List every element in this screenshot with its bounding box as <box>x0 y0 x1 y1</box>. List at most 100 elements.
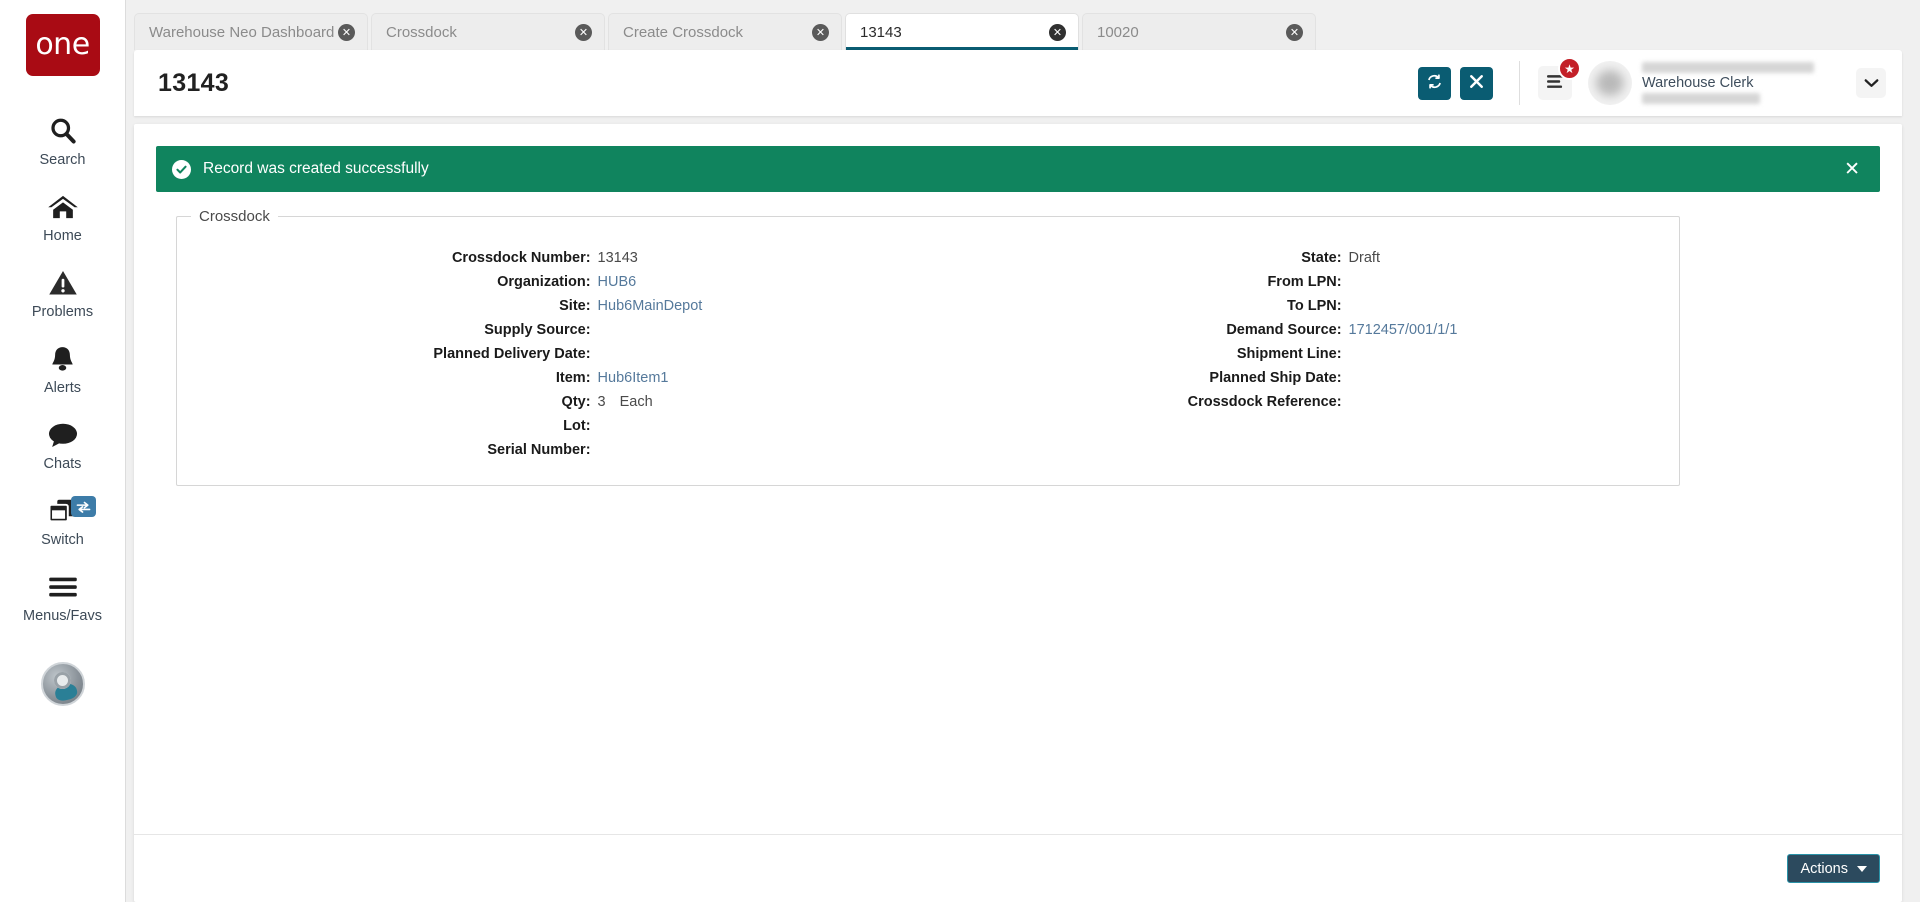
qty-uom: Each <box>619 394 653 410</box>
qty-value: 3 <box>597 394 606 410</box>
sidebar-item-label: Home <box>43 228 82 244</box>
field-label: Qty: <box>561 394 591 410</box>
field-value-link[interactable]: Hub6MainDepot <box>598 298 703 314</box>
field-label: Item: <box>555 370 591 386</box>
field-value-link[interactable]: HUB6 <box>598 274 637 290</box>
sidebar-item-label: Problems <box>31 304 94 320</box>
field-site: Site: Hub6MainDepot <box>177 295 928 319</box>
field-state: State: Draft <box>928 247 1679 271</box>
right-column: State: Draft From LPN: To LPN: Demand So… <box>928 247 1679 463</box>
tab-warehouse-neo-dashboard[interactable]: Warehouse Neo Dashboard ✕ <box>134 13 368 50</box>
tab-label: 13143 <box>860 23 902 41</box>
sidebar-item-label: Menus/Favs <box>23 608 102 624</box>
tab-close-icon[interactable]: ✕ <box>812 23 829 41</box>
close-record-button[interactable] <box>1460 66 1493 100</box>
sidebar-item-label: Switch <box>41 532 84 548</box>
refresh-button[interactable] <box>1418 66 1451 100</box>
one-network-logo[interactable]: one <box>25 14 100 76</box>
field-label: Lot: <box>563 418 591 434</box>
field-value-link[interactable]: 1712457/001/1/1 <box>1349 322 1458 338</box>
logo-text: one <box>35 27 90 62</box>
field-value: 3 Each <box>598 394 653 410</box>
sidebar-item-switch[interactable]: Switch <box>0 482 125 558</box>
field-item: Item: Hub6Item1 <box>177 367 928 391</box>
field-label: State: <box>1301 250 1342 266</box>
tab-close-icon[interactable]: ✕ <box>338 23 355 41</box>
header-menu-button[interactable]: ★ <box>1538 57 1581 100</box>
sidebar-item-label: Chats <box>43 456 82 472</box>
left-sidebar: one Search Home Problems Alerts Chats Sw… <box>0 0 126 902</box>
field-label: Crossdock Number: <box>451 250 591 266</box>
field-planned-ship-date: Planned Ship Date: <box>928 367 1679 391</box>
user-info: Warehouse Clerk <box>1642 62 1842 104</box>
warning-triangle-icon <box>48 266 78 300</box>
sidebar-item-chats[interactable]: Chats <box>0 406 125 482</box>
field-demand-source: Demand Source: 1712457/001/1/1 <box>928 319 1679 343</box>
search-icon <box>48 114 78 148</box>
field-organization: Organization: HUB6 <box>177 271 928 295</box>
field-label: Shipment Line: <box>1236 346 1342 362</box>
field-lot: Lot: <box>177 415 928 439</box>
field-label: Site: <box>559 298 591 314</box>
chevron-down-icon <box>1857 865 1867 872</box>
star-icon: ★ <box>1558 57 1581 80</box>
field-label: Serial Number: <box>487 442 591 458</box>
field-label: Planned Delivery Date: <box>433 346 591 362</box>
sidebar-item-label: Alerts <box>43 380 82 396</box>
chat-bubble-icon <box>47 418 79 452</box>
sidebar-user-avatar[interactable] <box>40 662 85 706</box>
field-to-lpn: To LPN: <box>928 295 1679 319</box>
actions-button[interactable]: Actions <box>1787 854 1880 883</box>
field-value: Draft <box>1348 250 1380 266</box>
header-divider <box>1519 61 1520 105</box>
field-label: Crossdock Reference: <box>1187 394 1342 410</box>
tab-label: Create Crossdock <box>623 23 744 41</box>
tab-close-icon[interactable]: ✕ <box>575 23 592 41</box>
chevron-down-icon <box>1864 76 1879 91</box>
bell-icon <box>48 342 77 376</box>
tab-10020[interactable]: 10020 ✕ <box>1082 13 1316 50</box>
home-icon <box>47 190 79 224</box>
left-column: Crossdock Number: 13143 Organization: HU… <box>177 247 928 463</box>
tab-create-crossdock[interactable]: Create Crossdock ✕ <box>608 13 842 50</box>
tab-close-icon[interactable]: ✕ <box>1049 23 1066 41</box>
switch-toggle-badge[interactable] <box>71 496 96 517</box>
sidebar-item-alerts[interactable]: Alerts <box>0 330 125 406</box>
field-label: Planned Ship Date: <box>1209 370 1342 386</box>
success-banner: Record was created successfully ✕ <box>156 146 1880 192</box>
tab-close-icon[interactable]: ✕ <box>1286 23 1303 41</box>
tab-crossdock[interactable]: Crossdock ✕ <box>371 13 605 50</box>
page-header: 13143 ★ Warehouse Clerk <box>134 50 1902 116</box>
banner-close-icon[interactable]: ✕ <box>1844 159 1860 179</box>
close-icon <box>1469 74 1484 92</box>
field-label: From LPN: <box>1267 274 1342 290</box>
user-org-redacted <box>1642 93 1760 104</box>
avatar[interactable] <box>1588 61 1632 105</box>
user-menu-button[interactable] <box>1856 68 1886 98</box>
app-root: one Search Home Problems Alerts Chats Sw… <box>0 0 1920 902</box>
field-columns: Crossdock Number: 13143 Organization: HU… <box>177 241 1679 463</box>
field-value: 13143 <box>597 250 638 266</box>
sidebar-item-home[interactable]: Home <box>0 178 125 254</box>
content-card: Record was created successfully ✕ Crossd… <box>134 124 1902 902</box>
sidebar-item-menus-favs[interactable]: Menus/Favs <box>0 558 125 634</box>
sidebar-item-search[interactable]: Search <box>0 102 125 178</box>
field-label: Demand Source: <box>1226 322 1342 338</box>
content-inner: Record was created successfully ✕ Crossd… <box>134 124 1902 834</box>
field-from-lpn: From LPN: <box>928 271 1679 295</box>
field-value-link[interactable]: Hub6Item1 <box>598 370 669 386</box>
field-qty: Qty: 3 Each <box>177 391 928 415</box>
page-title: 13143 <box>158 68 230 97</box>
field-serial-number: Serial Number: <box>177 439 928 463</box>
tab-label: 10020 <box>1097 23 1139 41</box>
sidebar-item-label: Search <box>39 152 86 168</box>
field-planned-delivery-date: Planned Delivery Date: <box>177 343 928 367</box>
field-crossdock-reference: Crossdock Reference: <box>928 391 1679 415</box>
field-shipment-line: Shipment Line: <box>928 343 1679 367</box>
tab-13143[interactable]: 13143 ✕ <box>845 13 1079 50</box>
sidebar-item-problems[interactable]: Problems <box>0 254 125 330</box>
field-label: Supply Source: <box>484 322 591 338</box>
tab-strip: Warehouse Neo Dashboard ✕ Crossdock ✕ Cr… <box>126 0 1920 50</box>
field-label: To LPN: <box>1287 298 1342 314</box>
actions-button-label: Actions <box>1800 860 1848 877</box>
